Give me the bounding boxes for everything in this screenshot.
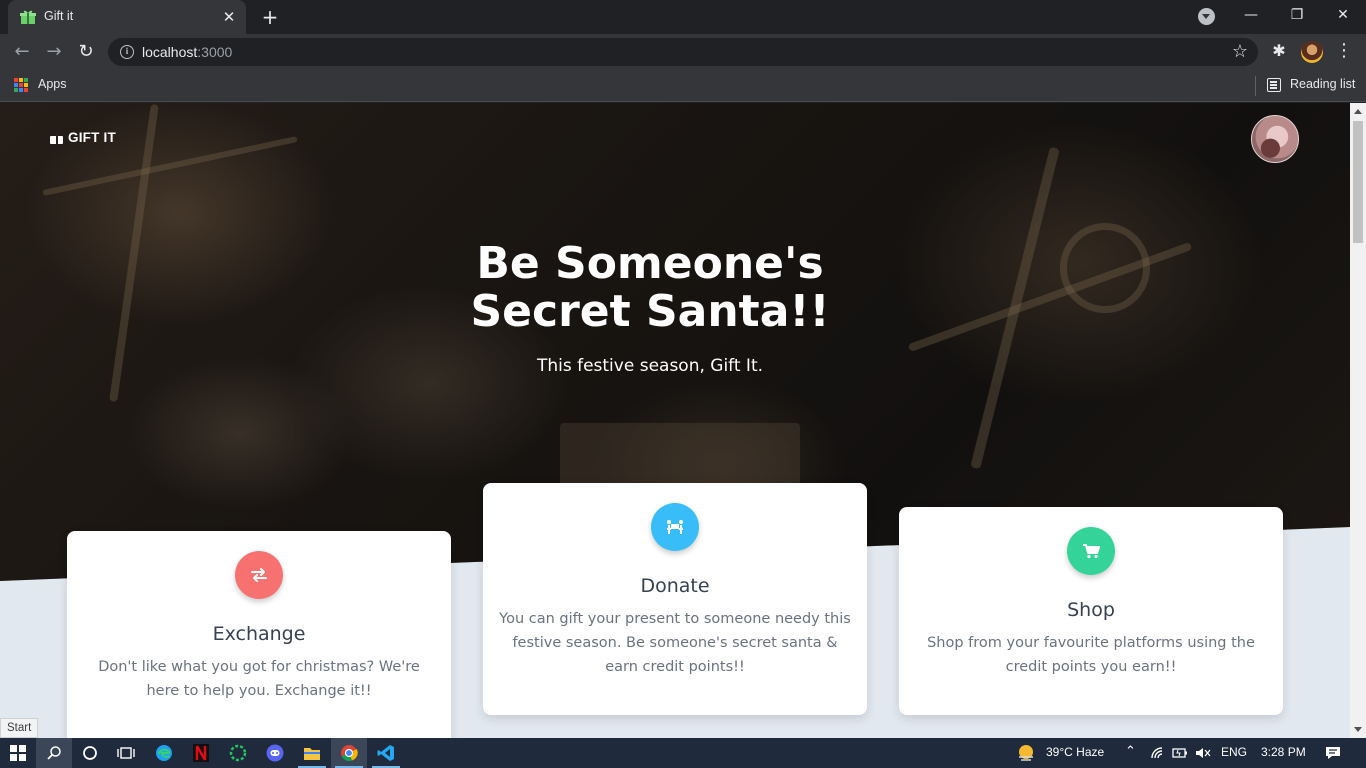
windows-start-icon[interactable]	[0, 738, 36, 768]
wifi-icon[interactable]	[1150, 746, 1166, 760]
notifications-icon[interactable]	[1325, 745, 1341, 761]
bookmark-star-icon[interactable]: ☆	[1232, 41, 1248, 62]
extensions-puzzle-icon[interactable]: ✱	[1270, 41, 1288, 60]
reading-list-icon[interactable]	[1267, 78, 1281, 92]
card-title: Donate	[640, 575, 710, 597]
clock[interactable]: 3:28 PM	[1261, 745, 1306, 759]
bookmarks-divider	[1255, 76, 1256, 96]
start-tooltip: Start	[0, 718, 39, 738]
weather-text[interactable]: 39°C Haze	[1046, 745, 1104, 759]
tab-strip: Gift it ✕ + — ❐ ✕	[0, 0, 1366, 34]
new-tab-button[interactable]: +	[258, 6, 282, 28]
brand-logo[interactable]: GIFT IT	[50, 130, 116, 145]
battery-icon[interactable]	[1172, 747, 1188, 759]
user-avatar[interactable]	[1251, 115, 1299, 163]
card-title: Shop	[1067, 599, 1115, 621]
site-info-icon[interactable]: i	[120, 45, 134, 59]
page-viewport: GIFT IT Be Someone's Secret Santa!! This…	[0, 103, 1350, 738]
address-bar[interactable]: i localhost:3000 ☆	[108, 38, 1258, 66]
people-carry-icon	[651, 503, 699, 551]
tab-close-icon[interactable]: ✕	[220, 8, 238, 26]
progress-app-icon[interactable]	[220, 738, 256, 768]
windows-taskbar: 39°C Haze ⌃ ENG 3:28 PM	[0, 738, 1366, 768]
hero-subtitle: This festive season, Gift It.	[536, 356, 764, 376]
search-icon[interactable]	[36, 738, 72, 768]
discord-icon[interactable]	[257, 738, 293, 768]
task-view-icon[interactable]	[108, 738, 144, 768]
exchange-card: Exchange Don't like what you got for chr…	[67, 531, 451, 738]
gift-icon	[50, 131, 63, 144]
shop-card: Shop Shop from your favourite platforms …	[899, 507, 1283, 715]
card-description: Don't like what you got for christmas? W…	[98, 659, 420, 699]
hero-title: Be Someone's Secret Santa!!	[470, 238, 830, 337]
chevron-up-icon[interactable]: ⌃	[1125, 743, 1136, 759]
url-text[interactable]: localhost:3000	[142, 44, 232, 60]
file-explorer-icon[interactable]	[294, 738, 330, 768]
card-description: Shop from your favourite platforms using…	[927, 635, 1255, 675]
bookmarks-bar: Apps Reading list	[0, 70, 1366, 102]
volume-muted-icon[interactable]	[1195, 746, 1211, 760]
apps-grid-icon[interactable]	[14, 78, 28, 92]
card-title: Exchange	[212, 623, 306, 645]
netflix-icon[interactable]	[183, 738, 219, 768]
close-window-button[interactable]: ✕	[1320, 0, 1366, 32]
browser-menu-icon[interactable]: ⋮	[1334, 40, 1354, 64]
weather-haze-icon[interactable]	[1016, 743, 1036, 763]
scroll-thumb[interactable]	[1353, 121, 1363, 243]
restore-button[interactable]: ❐	[1274, 0, 1320, 32]
browser-tab[interactable]: Gift it ✕	[8, 0, 246, 34]
donate-card: Donate You can gift your present to some…	[483, 483, 867, 715]
page-scrollbar[interactable]	[1350, 103, 1366, 738]
scroll-down-icon[interactable]	[1354, 727, 1362, 732]
shopping-cart-icon	[1067, 527, 1115, 575]
vscode-icon[interactable]	[368, 738, 404, 768]
brand-text: GIFT IT	[68, 130, 116, 145]
scroll-up-icon[interactable]	[1354, 109, 1362, 114]
chrome-taskbar-icon[interactable]	[331, 738, 367, 768]
cortana-icon[interactable]	[72, 738, 108, 768]
edge-icon[interactable]	[146, 738, 182, 768]
language-indicator[interactable]: ENG	[1221, 745, 1247, 759]
browser-toolbar: ← → ↻ i localhost:3000 ☆	[0, 34, 1366, 70]
apps-link[interactable]: Apps	[38, 77, 67, 91]
forward-arrow-icon[interactable]: →	[42, 40, 66, 64]
tab-search-icon[interactable]	[1198, 8, 1215, 25]
minimize-button[interactable]: —	[1228, 0, 1274, 32]
back-arrow-icon[interactable]: ←	[10, 40, 34, 64]
gift-favicon-icon	[20, 10, 36, 24]
tab-title: Gift it	[44, 9, 74, 23]
exchange-arrows-icon	[235, 551, 283, 599]
reload-icon[interactable]: ↻	[74, 40, 98, 64]
card-description: You can gift your present to someone nee…	[499, 611, 851, 675]
reading-list-link[interactable]: Reading list	[1290, 77, 1355, 91]
profile-avatar[interactable]	[1301, 41, 1323, 63]
